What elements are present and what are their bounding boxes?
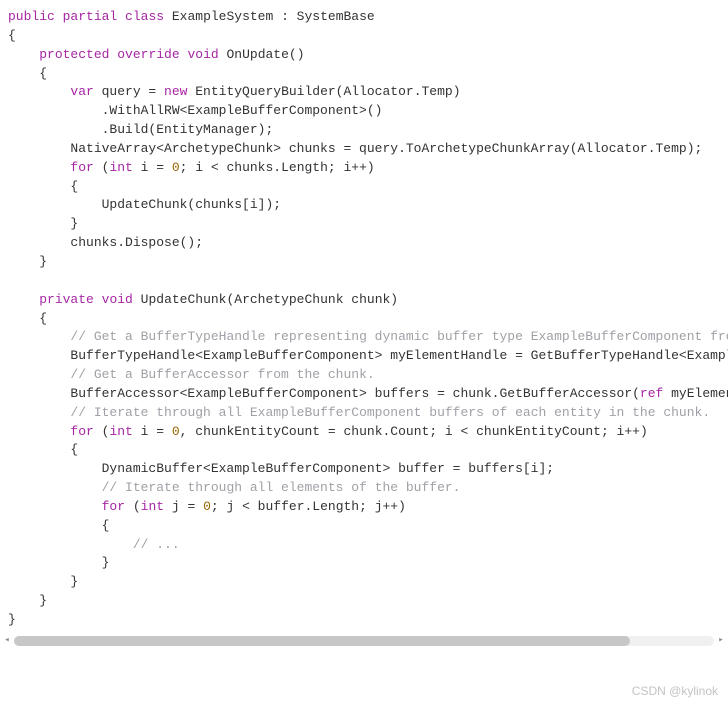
bufferaccessor-decl-a: BufferAccessor<ExampleBufferComponent> b… xyxy=(8,386,640,401)
kw-new: new xyxy=(164,84,187,99)
kw-int: int xyxy=(109,424,132,439)
query-builder: EntityQueryBuilder(Allocator.Temp) xyxy=(187,84,460,99)
code-block: public partial class ExampleSystem : Sys… xyxy=(0,0,728,634)
comment-ellipsis: // ... xyxy=(133,537,180,552)
brace-open: { xyxy=(8,179,78,194)
kw-for: for xyxy=(102,499,125,514)
kw-ref: ref xyxy=(640,386,663,401)
comment-iterate-buffers: // Iterate through all ExampleBufferComp… xyxy=(70,405,710,420)
brace-open: { xyxy=(8,518,109,533)
class-decl: ExampleSystem : SystemBase xyxy=(164,9,375,24)
brace-open: { xyxy=(8,442,78,457)
kw-void: void xyxy=(102,292,133,307)
brace-close: } xyxy=(8,574,78,589)
scroll-left-arrow-icon[interactable]: ◂ xyxy=(2,636,12,646)
brace-close: } xyxy=(8,254,47,269)
comment-bufferaccessor: // Get a BufferAccessor from the chunk. xyxy=(70,367,374,382)
method-onupdate: OnUpdate() xyxy=(219,47,305,62)
scroll-right-arrow-icon[interactable]: ▸ xyxy=(716,636,726,646)
method-updatechunk: UpdateChunk(ArchetypeChunk chunk) xyxy=(133,292,398,307)
kw-for: for xyxy=(70,160,93,175)
kw-public: public xyxy=(8,9,55,24)
updatechunk-call: UpdateChunk(chunks[i]); xyxy=(8,197,281,212)
num-zero: 0 xyxy=(203,499,211,514)
num-zero: 0 xyxy=(172,160,180,175)
watermark-text: CSDN @kylinok xyxy=(632,683,718,700)
brace-close: } xyxy=(8,593,47,608)
build-call: .Build(EntityManager); xyxy=(8,122,273,137)
brace-open: { xyxy=(8,311,47,326)
withallrw-call: .WithAllRW<ExampleBufferComponent>() xyxy=(8,103,382,118)
kw-void: void xyxy=(187,47,218,62)
kw-for: for xyxy=(70,424,93,439)
horizontal-scrollbar[interactable]: ◂ ▸ xyxy=(0,634,728,648)
kw-protected: protected xyxy=(39,47,109,62)
dynamicbuffer-decl: DynamicBuffer<ExampleBufferComponent> bu… xyxy=(8,461,554,476)
scroll-track[interactable] xyxy=(14,636,714,646)
brace-close: } xyxy=(8,555,109,570)
kw-class: class xyxy=(125,9,164,24)
comment-buffertypehandle: // Get a BufferTypeHandle representing d… xyxy=(70,329,728,344)
buffertypehandle-decl: BufferTypeHandle<ExampleBufferComponent>… xyxy=(8,348,728,363)
brace-open: { xyxy=(8,66,47,81)
kw-int: int xyxy=(109,160,132,175)
brace-close: } xyxy=(8,612,16,627)
brace-open: { xyxy=(8,28,16,43)
brace-close: } xyxy=(8,216,78,231)
nativearray-decl: NativeArray<ArchetypeChunk> chunks = que… xyxy=(8,141,702,156)
kw-int: int xyxy=(141,499,164,514)
scroll-thumb[interactable] xyxy=(14,636,630,646)
dispose-call: chunks.Dispose(); xyxy=(8,235,203,250)
kw-private: private xyxy=(39,292,94,307)
kw-var: var xyxy=(70,84,93,99)
num-zero: 0 xyxy=(172,424,180,439)
kw-partial: partial xyxy=(63,9,118,24)
comment-iterate-elements: // Iterate through all elements of the b… xyxy=(102,480,461,495)
kw-override: override xyxy=(117,47,179,62)
